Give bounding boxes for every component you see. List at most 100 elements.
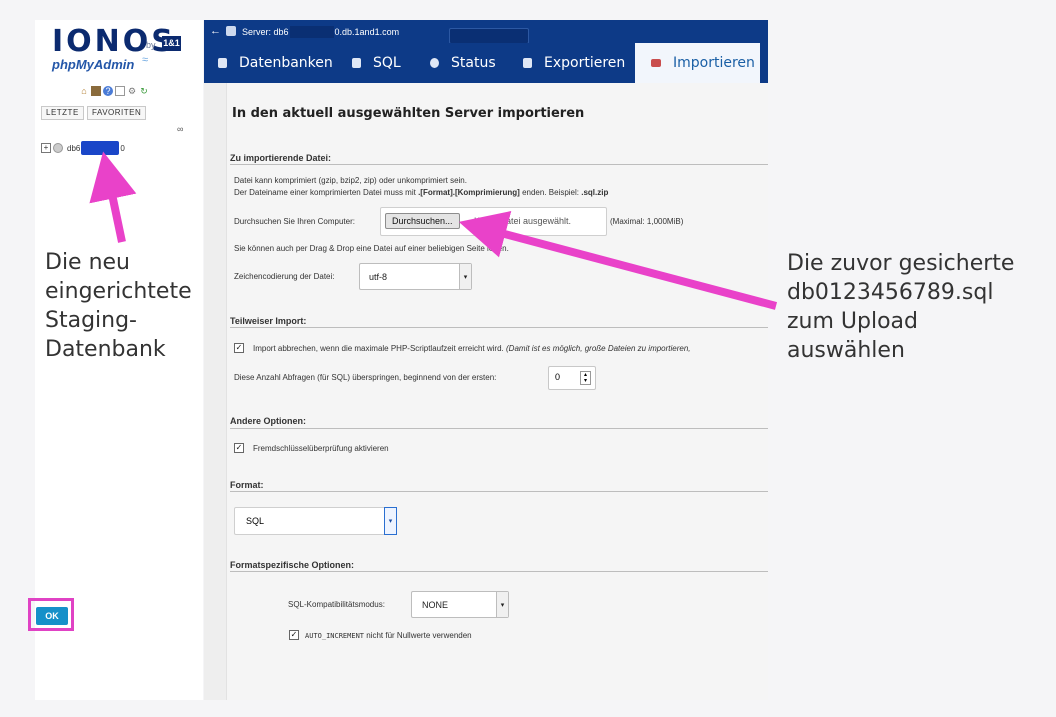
tab-bar: Datenbanken SQL Status Exportieren Impor… (204, 43, 768, 83)
no-file-text: Keine Datei ausgewählt. (474, 216, 572, 226)
compat-mode-value: NONE (422, 599, 449, 610)
abort-import-note: (Damit ist es möglich, große Dateien zu … (506, 344, 691, 353)
ok-button[interactable]: OK (36, 607, 68, 625)
server-name-prefix: Server: db6 (242, 27, 289, 37)
logo-by-text: by (146, 40, 156, 50)
file-section-legend: Zu importierende Datei: (230, 153, 332, 163)
logout-icon[interactable] (91, 86, 101, 96)
import-form: In den aktuell ausgewählten Server impor… (204, 83, 768, 700)
collapse-arrow-icon[interactable]: ← (210, 25, 221, 37)
annotation-line: zum Upload (787, 309, 919, 334)
skip-queries-label: Diese Anzahl Abfragen (für SQL) überspri… (234, 373, 497, 382)
charset-select[interactable]: utf-8 ▾ (359, 263, 472, 290)
tab-label: SQL (373, 55, 401, 71)
auto-increment-checkbox[interactable]: ✓ (289, 630, 299, 640)
abort-import-checkbox[interactable]: ✓ (234, 343, 244, 353)
format-select[interactable]: SQL ▾ (234, 507, 397, 535)
docs-icon[interactable] (115, 86, 125, 96)
sidebar-toolbar: ⌂ ? ⚙ ↻ (79, 86, 149, 96)
tab-status[interactable]: Status (430, 43, 496, 83)
annotation-line: Die neu (45, 250, 131, 275)
compat-mode-select[interactable]: NONE ▾ (411, 591, 509, 618)
tab-importieren[interactable]: Importieren (635, 43, 760, 83)
tab-label: Importieren (673, 55, 755, 71)
logo-wave-icon: ≈ (142, 54, 149, 66)
server-icon (226, 26, 236, 36)
redaction-box (289, 26, 334, 38)
tab-label: Exportieren (544, 55, 626, 71)
filename-hint-c: enden. Beispiel: (519, 188, 582, 197)
database-name-suffix: 0 (120, 143, 125, 153)
page-title: In den aktuell ausgewählten Server impor… (232, 106, 585, 121)
filename-hint-b: .[Format].[Komprimierung] (418, 188, 520, 197)
auto-increment-label: AUTO_INCREMENT nicht für Nullwerte verwe… (305, 631, 472, 640)
browse-label: Durchsuchen Sie Ihren Computer: (234, 217, 355, 226)
status-icon (430, 58, 439, 68)
tab-label: Status (451, 55, 496, 71)
help-icon[interactable]: ? (103, 86, 113, 96)
foreign-key-checkbox[interactable]: ✓ (234, 443, 244, 453)
phpmyadmin-logo[interactable]: phpMyAdmin (52, 57, 134, 72)
annotation-line: Staging- (45, 308, 137, 333)
redaction-box (81, 141, 120, 155)
abort-import-label: Import abbrechen, wenn die maximale PHP-… (253, 344, 768, 353)
database-name-prefix: db6 (67, 143, 81, 153)
filename-hint-a: Der Dateiname einer komprimierten Datei … (234, 188, 419, 197)
annotation-line: auswählen (787, 338, 905, 363)
format-options-legend: Formatspezifische Optionen: (230, 560, 355, 570)
tab-sql[interactable]: SQL (352, 43, 401, 83)
tab-exportieren[interactable]: Exportieren (523, 43, 625, 83)
import-icon (651, 59, 661, 67)
format-legend: Format: (230, 480, 264, 490)
auto-increment-code: AUTO_INCREMENT (305, 632, 365, 640)
annotation-line: eingerichtete (45, 279, 192, 304)
abort-import-text: Import abbrechen, wenn die maximale PHP-… (253, 344, 504, 353)
favorites-button[interactable]: FAVORITEN (87, 106, 147, 120)
chevron-down-icon: ▾ (459, 264, 471, 289)
format-value: SQL (246, 516, 265, 526)
browse-button[interactable]: Durchsuchen... (385, 213, 460, 229)
sql-icon (352, 58, 361, 68)
export-icon (523, 58, 532, 68)
expand-icon[interactable]: + (41, 143, 51, 153)
chevron-down-icon: ▾ (496, 592, 508, 617)
staging-db-annotation: Die neu eingerichtete Staging- Datenbank (45, 248, 192, 364)
server-name-suffix: 0.db.1and1.com (334, 27, 400, 37)
skip-queries-input[interactable]: 0 ▴ ▾ (548, 366, 596, 390)
foreign-key-label: Fremdschlüsselüberprüfung aktivieren (253, 444, 389, 453)
charset-label: Zeichencodierung der Datei: (234, 272, 335, 281)
skip-queries-value: 0 (555, 372, 561, 382)
brand-logo: 1&1 (162, 36, 181, 51)
annotation-line: Datenbank (45, 337, 166, 362)
compression-hint: Datei kann komprimiert (gzip, bzip2, zip… (234, 176, 467, 185)
tab-datenbanken[interactable]: Datenbanken (218, 43, 333, 83)
upload-annotation: Die zuvor gesicherte db0123456789.sql zu… (787, 249, 1014, 365)
tab-label: Datenbanken (239, 55, 333, 71)
other-options-legend: Andere Optionen: (230, 416, 306, 426)
filename-hint-d: .sql.zip (581, 188, 609, 197)
drag-drop-hint: Sie können auch per Drag & Drop eine Dat… (234, 244, 509, 253)
link-icon[interactable]: ∞ (177, 124, 183, 134)
annotation-line: db0123456789.sql (787, 280, 994, 305)
divider (230, 491, 768, 492)
recent-button[interactable]: LETZTE (41, 106, 84, 120)
max-size-text: (Maximal: 1,000MiB) (610, 217, 684, 226)
spinner-icon[interactable]: ▴ ▾ (580, 371, 591, 385)
chevron-down-icon: ▾ (384, 507, 397, 535)
database-tree-item[interactable]: + db6 0 (41, 141, 125, 155)
redaction-box (449, 28, 529, 44)
home-icon[interactable]: ⌂ (79, 86, 89, 96)
divider (230, 428, 768, 429)
auto-increment-text: nicht für Nullwerte verwenden (364, 631, 472, 640)
database-icon (53, 143, 63, 153)
server-breadcrumb[interactable]: Server: db6 0.db.1and1.com (242, 26, 399, 38)
divider (230, 164, 768, 165)
partial-import-legend: Teilweiser Import: (230, 316, 307, 326)
settings-icon[interactable]: ⚙ (127, 86, 137, 96)
database-icon (218, 58, 227, 68)
divider (230, 571, 768, 572)
compat-mode-label: SQL-Kompatibilitätsmodus: (288, 600, 385, 609)
ionos-logo[interactable]: IONOS (52, 24, 176, 59)
reload-icon[interactable]: ↻ (139, 86, 149, 96)
charset-value: utf-8 (369, 271, 388, 282)
